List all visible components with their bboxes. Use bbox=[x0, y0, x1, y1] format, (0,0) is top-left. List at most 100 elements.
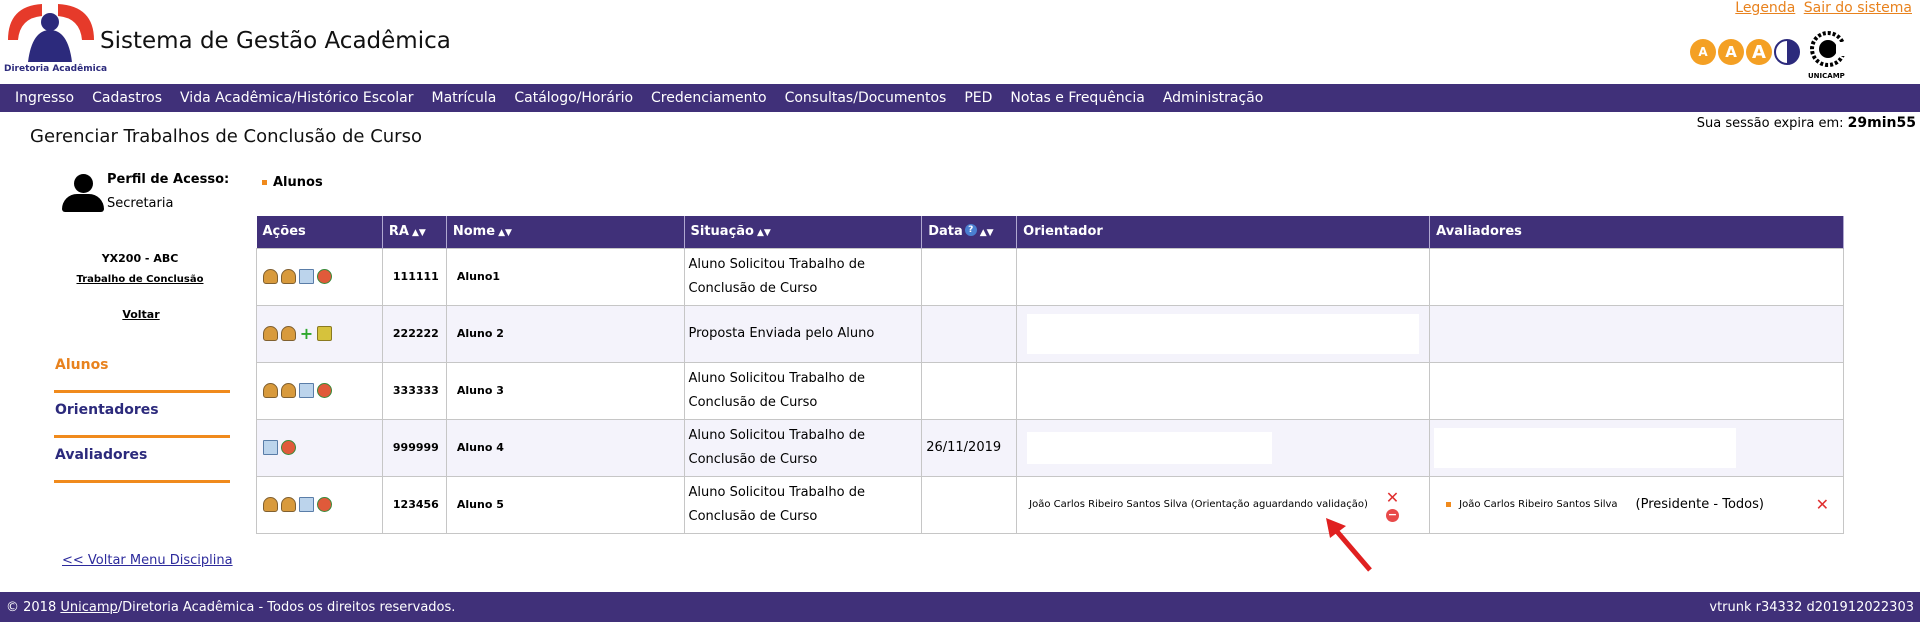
student-icon[interactable] bbox=[263, 383, 278, 398]
ra-cell: 123456 bbox=[381, 475, 447, 534]
bullet-icon bbox=[262, 180, 267, 185]
nav-ped[interactable]: PED bbox=[964, 90, 992, 106]
unicamp-link[interactable]: Unicamp bbox=[60, 600, 117, 615]
validate-icon[interactable] bbox=[281, 440, 296, 455]
nav-vida-academica[interactable]: Vida Acadêmica/Histórico Escolar bbox=[180, 90, 413, 106]
col-nome[interactable]: Nome ▲▼ bbox=[446, 216, 685, 248]
nav-notas[interactable]: Notas e Frequência bbox=[1010, 90, 1144, 106]
validate-icon[interactable] bbox=[317, 497, 332, 512]
situacao-cell: Aluno Solicitou Trabalho de Conclusão de… bbox=[683, 475, 923, 534]
validate-icon[interactable] bbox=[317, 383, 332, 398]
data-cell bbox=[921, 361, 1018, 420]
logout-link[interactable]: Sair do sistema bbox=[1804, 0, 1912, 16]
orientador-cell bbox=[1016, 304, 1431, 363]
avaliadores-cell bbox=[1429, 247, 1844, 306]
actions-cell bbox=[256, 418, 383, 477]
side-menu-orientadores[interactable]: Orientadores bbox=[54, 393, 230, 438]
font-medium-button[interactable]: A bbox=[1718, 39, 1744, 65]
session-label: Sua sessão expira em: bbox=[1696, 116, 1844, 131]
nav-administracao[interactable]: Administração bbox=[1163, 90, 1263, 106]
data-cell bbox=[921, 247, 1018, 306]
nav-consultas[interactable]: Consultas/Documentos bbox=[785, 90, 947, 106]
font-small-button[interactable]: A bbox=[1690, 39, 1716, 65]
nome-cell: Aluno 2 bbox=[445, 304, 685, 363]
red-arrow-icon bbox=[1326, 518, 1372, 572]
ra-cell: 999999 bbox=[381, 418, 447, 477]
nav-catalogo[interactable]: Catálogo/Horário bbox=[514, 90, 633, 106]
sort-icon[interactable]: ▲▼ bbox=[980, 228, 994, 238]
avaliadores-cell: João Carlos Ribeiro Santos Silva (Presid… bbox=[1429, 475, 1844, 534]
details-icon[interactable] bbox=[263, 440, 278, 455]
table-header-row: Ações RA ▲▼ Nome ▲▼ Situação ▲▼ Data? ▲▼ Ori… bbox=[256, 216, 1844, 248]
students-icon[interactable] bbox=[281, 383, 296, 398]
legenda-link[interactable]: Legenda bbox=[1735, 0, 1795, 16]
bullet-icon bbox=[1446, 502, 1452, 507]
students-icon[interactable] bbox=[281, 326, 296, 341]
top-links: Legenda Sair do sistema bbox=[1731, 0, 1912, 16]
version-info: vtrunk r34332 d201912022303 bbox=[1709, 599, 1914, 615]
app-title: Sistema de Gestão Acadêmica bbox=[100, 28, 451, 54]
accessibility-controls: A A A UNICAMP bbox=[1690, 30, 1854, 80]
situacao-cell: Proposta Enviada pelo Aluno bbox=[683, 304, 923, 363]
students-table: Ações RA ▲▼ Nome ▲▼ Situação ▲▼ Data? ▲▼ Ori… bbox=[256, 216, 1844, 534]
col-situacao[interactable]: Situação ▲▼ bbox=[684, 216, 923, 248]
footer: © 2018 Unicamp/Diretoria Acadêmica - Tod… bbox=[0, 592, 1920, 622]
sort-icon[interactable]: ▲▼ bbox=[757, 228, 771, 238]
student-icon[interactable] bbox=[263, 497, 278, 512]
avaliadores-cell bbox=[1429, 418, 1844, 477]
voltar-link[interactable]: Voltar bbox=[50, 308, 232, 321]
envelope-icon[interactable] bbox=[317, 326, 332, 341]
course-code: YX200 - ABC bbox=[101, 252, 179, 265]
main-nav: Ingresso Cadastros Vida Acadêmica/Histór… bbox=[0, 84, 1920, 112]
actions-cell bbox=[256, 247, 383, 306]
situacao-cell: Aluno Solicitou Trabalho de Conclusão de… bbox=[683, 247, 923, 306]
orientador-cell bbox=[1016, 418, 1431, 477]
page-title: Gerenciar Trabalhos de Conclusão de Curs… bbox=[30, 126, 422, 147]
avaliadores-cell bbox=[1429, 361, 1844, 420]
back-to-menu-link[interactable]: << Voltar Menu Disciplina bbox=[62, 553, 233, 568]
unicamp-emblem-icon bbox=[1810, 31, 1850, 67]
col-data[interactable]: Data? ▲▼ bbox=[921, 216, 1018, 248]
student-icon[interactable] bbox=[263, 269, 278, 284]
user-icon bbox=[62, 174, 104, 214]
col-ra[interactable]: RA ▲▼ bbox=[382, 216, 447, 248]
sort-icon[interactable]: ▲▼ bbox=[412, 228, 426, 238]
remove-icon[interactable]: ✕ bbox=[1386, 488, 1399, 507]
nav-credenciamento[interactable]: Credenciamento bbox=[651, 90, 767, 106]
add-icon[interactable]: + bbox=[299, 326, 314, 342]
remove-icon[interactable]: ✕ bbox=[1816, 495, 1829, 514]
font-large-button[interactable]: A bbox=[1746, 39, 1772, 65]
nav-matricula[interactable]: Matrícula bbox=[432, 90, 497, 106]
nome-cell: Aluno1 bbox=[445, 247, 685, 306]
copyright: © 2018 Unicamp/Diretoria Acadêmica - Tod… bbox=[6, 599, 456, 615]
sort-icon[interactable]: ▲▼ bbox=[498, 228, 512, 238]
table-row: 999999 Aluno 4 Aluno Solicitou Trabalho … bbox=[256, 418, 1844, 477]
col-orientador: Orientador bbox=[1016, 216, 1431, 248]
nav-ingresso[interactable]: Ingresso bbox=[15, 90, 74, 106]
details-icon[interactable] bbox=[299, 269, 314, 284]
help-icon[interactable]: ? bbox=[964, 224, 977, 237]
session-value: 29min55 bbox=[1847, 115, 1916, 131]
nav-cadastros[interactable]: Cadastros bbox=[92, 90, 162, 106]
students-icon[interactable] bbox=[281, 497, 296, 512]
reject-icon[interactable]: − bbox=[1385, 508, 1399, 522]
redacted-box bbox=[1434, 427, 1737, 468]
table-row: 333333 Aluno 3 Aluno Solicitou Trabalho … bbox=[256, 361, 1844, 420]
ra-cell: 333333 bbox=[381, 361, 447, 420]
ra-cell: 111111 bbox=[381, 247, 447, 306]
profile-block: Perfil de Acesso: Secretaria bbox=[50, 168, 230, 228]
details-icon[interactable] bbox=[299, 497, 314, 512]
contrast-icon[interactable] bbox=[1774, 39, 1800, 65]
side-menu-avaliadores[interactable]: Avaliadores bbox=[54, 438, 230, 483]
nome-cell: Aluno 3 bbox=[445, 361, 685, 420]
student-icon[interactable] bbox=[263, 326, 278, 341]
details-icon[interactable] bbox=[299, 383, 314, 398]
students-icon[interactable] bbox=[281, 269, 296, 284]
side-menu: Alunos Orientadores Avaliadores bbox=[54, 348, 230, 483]
situacao-cell: Aluno Solicitou Trabalho de Conclusão de… bbox=[683, 418, 923, 477]
orientador-cell bbox=[1016, 247, 1431, 306]
course-link[interactable]: Trabalho de Conclusão bbox=[50, 274, 230, 285]
session-timer: Sua sessão expira em: 29min55 bbox=[1697, 115, 1916, 131]
side-menu-alunos[interactable]: Alunos bbox=[54, 348, 230, 393]
validate-icon[interactable] bbox=[317, 269, 332, 284]
